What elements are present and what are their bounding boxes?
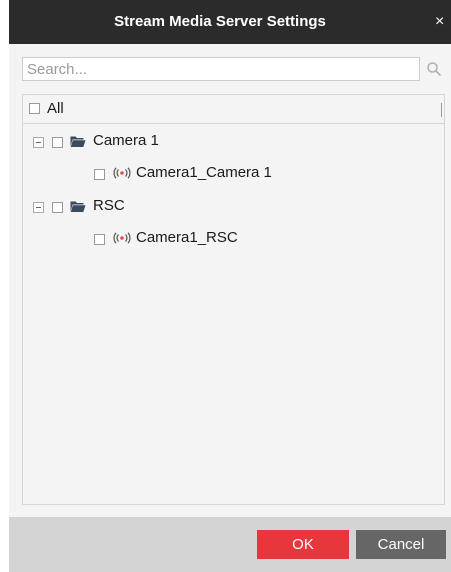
tree-leaf-label: Camera1_RSC (136, 229, 238, 246)
collapse-toggle[interactable] (33, 202, 44, 213)
camera-signal-icon (113, 232, 131, 244)
select-all-checkbox[interactable] (29, 103, 40, 114)
search-box (22, 57, 420, 81)
ok-button[interactable]: OK (257, 530, 349, 559)
collapse-toggle[interactable] (33, 137, 44, 148)
tree-leaf-label: Camera1_Camera 1 (136, 164, 272, 181)
tree-leaf-checkbox[interactable] (94, 169, 105, 180)
dialog-footer: OK Cancel (9, 517, 451, 572)
tree-node-label: RSC (93, 197, 125, 214)
camera-signal-icon (113, 167, 131, 179)
dialog-left-edge (0, 0, 9, 572)
tree-header: All (23, 95, 444, 124)
tree-node-checkbox[interactable] (52, 137, 63, 148)
stream-media-server-settings-dialog: Stream Media Server Settings × All (0, 0, 451, 572)
tree-leaf-checkbox[interactable] (94, 234, 105, 245)
folder-icon (70, 136, 86, 147)
cancel-button[interactable]: Cancel (356, 530, 446, 559)
search-input[interactable] (22, 57, 420, 81)
tree-node-label: Camera 1 (93, 132, 159, 149)
column-resize-handle[interactable] (441, 103, 442, 117)
dialog-content: All Camera 1 (9, 44, 451, 517)
folder-icon (70, 201, 86, 212)
dialog-title: Stream Media Server Settings (114, 13, 326, 30)
tree-node-checkbox[interactable] (52, 202, 63, 213)
dialog-titlebar: Stream Media Server Settings × (9, 0, 451, 44)
search-icon[interactable] (426, 61, 442, 77)
device-tree-panel: All Camera 1 Camera1_Camera 1 RSC Camera… (22, 94, 445, 505)
select-all-label: All (47, 100, 64, 117)
close-button[interactable]: × (435, 0, 451, 44)
